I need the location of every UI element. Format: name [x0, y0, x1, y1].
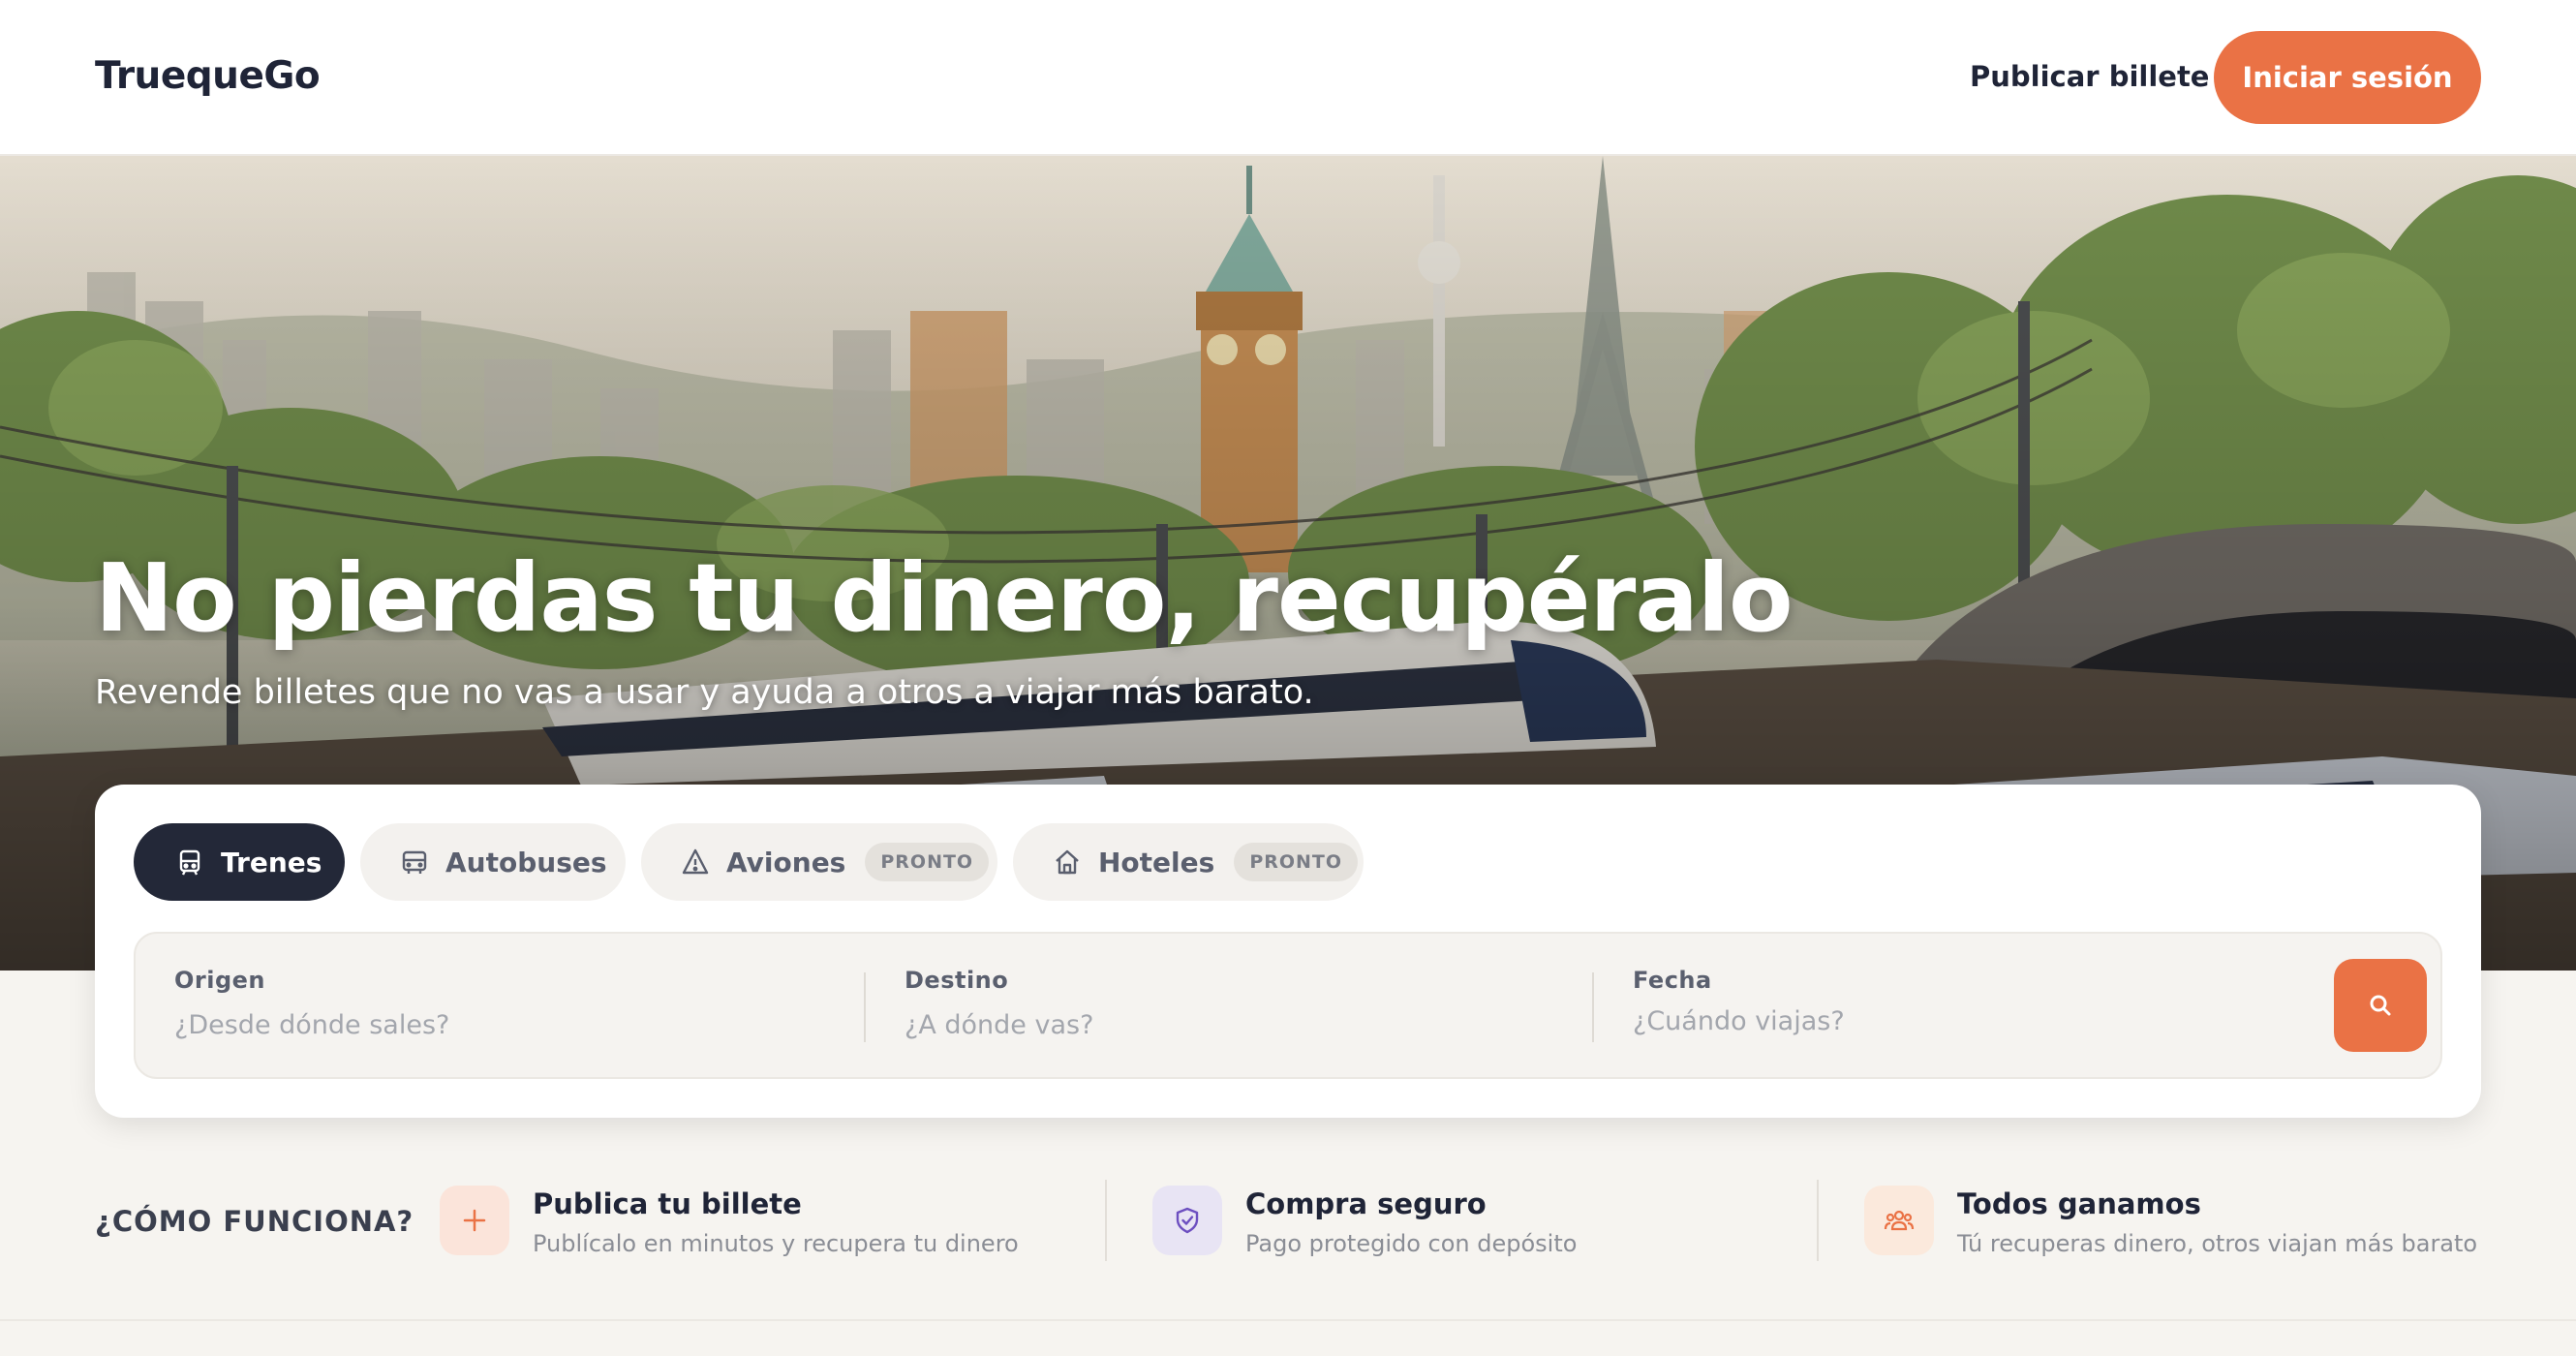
people-icon: [1864, 1186, 1934, 1255]
transport-tabs: Trenes Autobuses Aviones PRONTO Hoteles …: [134, 823, 1364, 901]
shield-icon: [1152, 1186, 1222, 1255]
hero-subtitle: Revende billetes que no vas a usar y ayu…: [95, 673, 1314, 712]
step-description: Publícalo en minutos y recupera tu diner…: [533, 1230, 1019, 1257]
how-it-works-title: ¿CÓMO FUNCIONA?: [95, 1205, 414, 1238]
date-input[interactable]: [1633, 1000, 2253, 1042]
how-it-works-section: ¿CÓMO FUNCIONA? Publica tu billete Publí…: [0, 1118, 2576, 1321]
tab-label: Hoteles: [1098, 846, 1215, 878]
search-card: Trenes Autobuses Aviones PRONTO Hoteles …: [95, 785, 2481, 1118]
search-button[interactable]: [2334, 959, 2427, 1052]
home-icon: [1052, 847, 1083, 878]
search-form: Origen Destino Fecha: [134, 932, 2442, 1079]
step-description: Tú recuperas dinero, otros viajan más ba…: [1957, 1230, 2478, 1257]
tab-label: Trenes: [221, 846, 322, 878]
coming-soon-badge: PRONTO: [1234, 843, 1359, 881]
date-label: Fecha: [1633, 967, 1712, 994]
destination-input[interactable]: [905, 1003, 1524, 1046]
tab-planes[interactable]: Aviones PRONTO: [641, 823, 997, 901]
login-button[interactable]: Iniciar sesión: [2214, 31, 2481, 124]
train-icon: [174, 847, 205, 878]
origin-input[interactable]: [174, 1003, 794, 1046]
logo[interactable]: TruequeGo: [95, 54, 321, 98]
coming-soon-badge: PRONTO: [865, 843, 990, 881]
destination-field: Destino: [864, 967, 1592, 1046]
tab-hotels[interactable]: Hoteles PRONTO: [1013, 823, 1364, 901]
divider: [1105, 1180, 1107, 1261]
plane-icon: [680, 847, 711, 878]
search-icon: [2370, 995, 2391, 1016]
step-title: Todos ganamos: [1957, 1187, 2201, 1220]
origin-label: Origen: [174, 967, 266, 994]
step-title: Compra seguro: [1245, 1187, 1487, 1220]
plus-icon: [440, 1186, 509, 1255]
tab-buses[interactable]: Autobuses: [360, 823, 626, 901]
step-title: Publica tu billete: [533, 1187, 802, 1220]
tab-label: Aviones: [726, 846, 846, 878]
step-description: Pago protegido con depósito: [1245, 1230, 1578, 1257]
site-header: TruequeGo Publicar billete Iniciar sesió…: [0, 0, 2576, 156]
date-field: Fecha: [1592, 967, 2320, 1042]
hero-title: No pierdas tu dinero, recupéralo: [95, 543, 1794, 653]
destination-label: Destino: [905, 967, 1009, 994]
publish-ticket-link[interactable]: Publicar billete: [1970, 60, 2209, 93]
tab-label: Autobuses: [445, 846, 607, 878]
tab-trains[interactable]: Trenes: [134, 823, 345, 901]
origin-field: Origen: [136, 934, 864, 1081]
divider: [1817, 1180, 1819, 1261]
bus-icon: [399, 847, 430, 878]
